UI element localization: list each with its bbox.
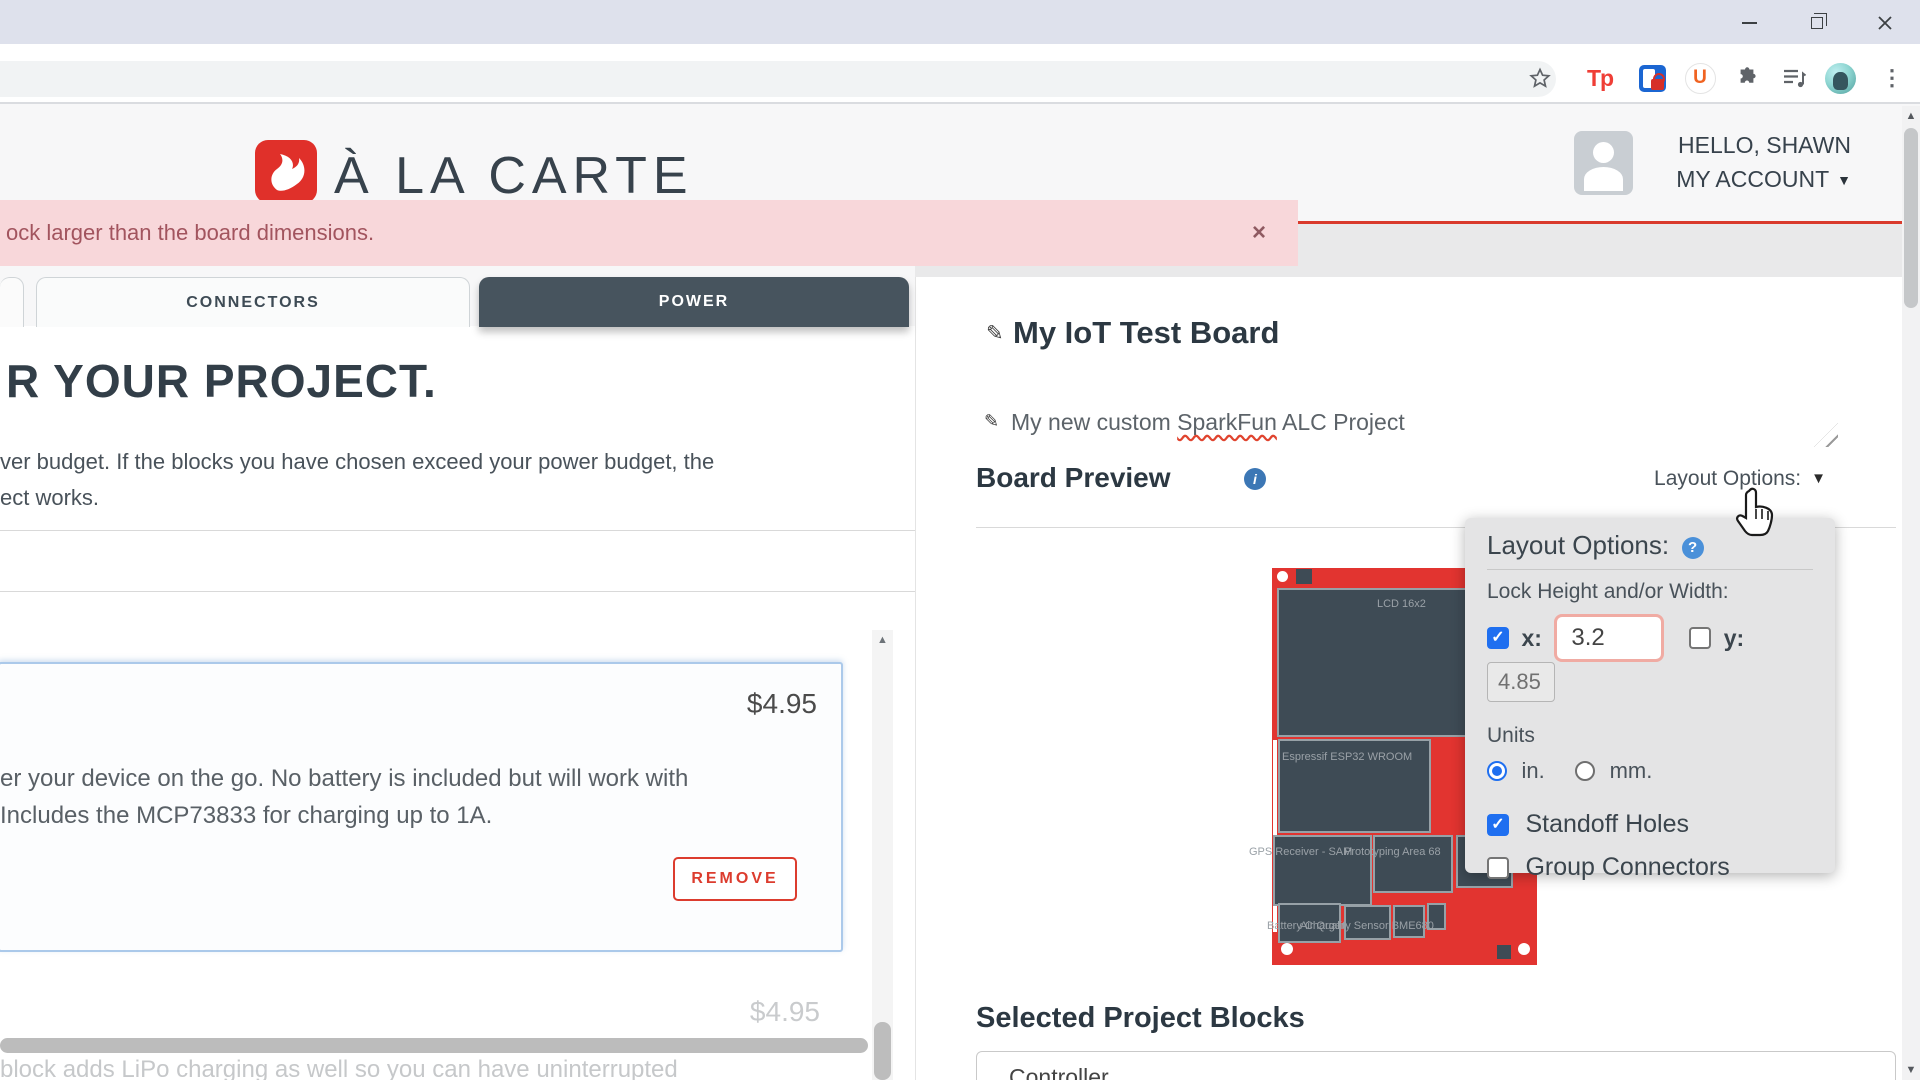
disabled-block-price: $4.95: [750, 996, 820, 1028]
block-prototyping-label: Prototyping Area 68: [1344, 846, 1441, 858]
close-button[interactable]: [1862, 10, 1908, 36]
textarea-resize-grip[interactable]: [1814, 423, 1838, 447]
y-dimension-input[interactable]: [1487, 662, 1555, 702]
card-separator-bar: [0, 1038, 868, 1053]
lock-y-checkbox[interactable]: [1689, 627, 1711, 649]
block-card-battery: $4.95 er your device on the go. No batte…: [0, 662, 843, 952]
group-connectors-checkbox[interactable]: [1487, 857, 1509, 879]
page-title: R YOUR PROJECT.: [6, 354, 437, 408]
restore-icon: [1811, 17, 1823, 29]
standoff-holes-checkbox[interactable]: ✓: [1487, 814, 1509, 836]
units-label: Units: [1487, 724, 1813, 748]
help-icon[interactable]: ?: [1682, 537, 1704, 559]
power-tab-content: R YOUR PROJECT. ver budget. If the block…: [0, 326, 915, 1080]
units-row: in. mm.: [1487, 758, 1813, 784]
layout-options-caret-icon: ▼: [1811, 470, 1826, 487]
unit-in-label: in.: [1521, 758, 1544, 783]
tab-power[interactable]: POWER: [479, 277, 909, 327]
info-icon[interactable]: i: [1244, 468, 1266, 490]
list-scrollbar-thumb[interactable]: [874, 1022, 891, 1080]
browser-menu-icon[interactable]: ⋮: [1872, 58, 1912, 98]
browser-profile-avatar[interactable]: [1820, 58, 1860, 98]
block-prototyping[interactable]: [1373, 835, 1453, 893]
layout-options-popup: Layout Options: ? Lock Height and/or Wid…: [1465, 518, 1835, 873]
error-alert-banner: ock larger than the board dimensions. ×: [0, 200, 1298, 266]
scroll-up-arrow[interactable]: ▲: [1902, 108, 1920, 124]
edit-description-pencil-icon[interactable]: ✎: [984, 411, 999, 432]
standoff-holes-label: Standoff Holes: [1525, 810, 1689, 838]
board-component-square-bottom: [1497, 945, 1511, 959]
bookmark-star-icon[interactable]: [1520, 58, 1560, 98]
block-lcd-label: LCD 16x2: [1377, 598, 1426, 610]
standoff-hole-bottom-right: [1518, 943, 1530, 955]
tab-connectors[interactable]: CONNECTORS: [36, 277, 470, 327]
minimize-button[interactable]: [1726, 10, 1772, 36]
alert-message: ock larger than the board dimensions.: [6, 220, 374, 246]
dimension-row: ✓ x: y:: [1487, 614, 1813, 702]
block-description: er your device on the go. No battery is …: [0, 760, 688, 834]
extensions-puzzle-icon[interactable]: [1728, 58, 1768, 98]
alert-close-icon[interactable]: ×: [1244, 218, 1274, 248]
page-scrollbar[interactable]: ▲ ▼: [1902, 106, 1920, 1080]
unit-mm-label: mm.: [1610, 758, 1653, 783]
standoff-row: ✓ Standoff Holes: [1487, 810, 1813, 839]
remove-block-button[interactable]: REMOVE: [673, 857, 797, 901]
list-scroll-up-arrow[interactable]: ▲: [872, 632, 893, 648]
extension-ublock-icon[interactable]: U: [1680, 58, 1720, 98]
extension-tp-icon[interactable]: Tp: [1580, 58, 1620, 98]
x-dimension-input[interactable]: [1554, 614, 1664, 662]
cursor-pointer-icon: [1735, 487, 1777, 548]
restore-button[interactable]: [1794, 10, 1840, 36]
account-caret-icon: ▼: [1837, 172, 1851, 188]
group-connectors-label: Group Connectors: [1525, 853, 1729, 881]
edit-title-pencil-icon[interactable]: ✎: [986, 321, 1004, 346]
scroll-down-arrow[interactable]: ▼: [1902, 1062, 1920, 1078]
block-price: $4.95: [747, 688, 817, 720]
extension-privacy-lock-icon[interactable]: [1632, 58, 1672, 98]
lock-dimensions-label: Lock Height and/or Width:: [1487, 580, 1813, 604]
minimize-icon: [1742, 22, 1757, 24]
block-list-scrollbar[interactable]: ▲: [872, 630, 893, 1080]
board-preview-heading: Board Preview: [976, 462, 1171, 494]
x-label: x:: [1521, 625, 1541, 651]
block-gps-label: GPS Receiver - SAM: [1249, 846, 1352, 858]
browser-titlebar: [0, 0, 1920, 44]
project-title[interactable]: My IoT Test Board: [1013, 315, 1279, 351]
close-icon: [1877, 15, 1893, 31]
my-account-dropdown[interactable]: MY ACCOUNT▼: [1620, 166, 1851, 193]
unit-mm-radio[interactable]: [1575, 761, 1595, 781]
intro-paragraph: ver budget. If the blocks you have chose…: [0, 444, 714, 516]
block-air-quality-label: Air Quality Sensor BME680: [1300, 920, 1434, 932]
spellcheck-word: SparkFun: [1177, 409, 1277, 435]
block-esp32-label: Espressif ESP32 WROOM: [1282, 751, 1412, 763]
page-scrollbar-thumb[interactable]: [1904, 128, 1918, 308]
board-component-square-top: [1296, 569, 1312, 584]
disabled-block-description: block adds LiPo charging as well so you …: [0, 1056, 678, 1080]
playlist-extension-icon[interactable]: [1774, 58, 1814, 98]
group-connectors-row: Group Connectors: [1487, 853, 1813, 882]
site-logo-text[interactable]: À LA CARTE: [334, 146, 694, 206]
layout-options-dropdown[interactable]: Layout Options:▼: [1556, 467, 1826, 491]
unit-in-radio[interactable]: [1487, 761, 1507, 781]
selected-block-controller[interactable]: Controller: [976, 1051, 1896, 1080]
popup-divider: [1487, 569, 1813, 570]
standoff-hole-bottom-left: [1281, 943, 1293, 955]
tab-partial-left[interactable]: [0, 277, 24, 327]
selected-project-blocks-heading: Selected Project Blocks: [976, 1002, 1305, 1035]
greeting-text: HELLO, SHAWN: [1620, 132, 1851, 159]
red-divider-line: [1298, 221, 1902, 224]
sparkfun-flame-logo[interactable]: [255, 140, 317, 203]
popup-title: Layout Options:: [1487, 530, 1669, 561]
standoff-hole-top-left: [1277, 571, 1288, 582]
y-label: y:: [1724, 625, 1744, 651]
project-description[interactable]: My new custom SparkFun ALC Project: [1011, 409, 1405, 436]
app-window: Tp U ⋮ ▲ ▼ À LA CARTE HELLO, SHAWN MY AC…: [0, 0, 1920, 1080]
lock-x-checkbox[interactable]: ✓: [1487, 627, 1509, 649]
address-bar[interactable]: [0, 61, 1556, 97]
